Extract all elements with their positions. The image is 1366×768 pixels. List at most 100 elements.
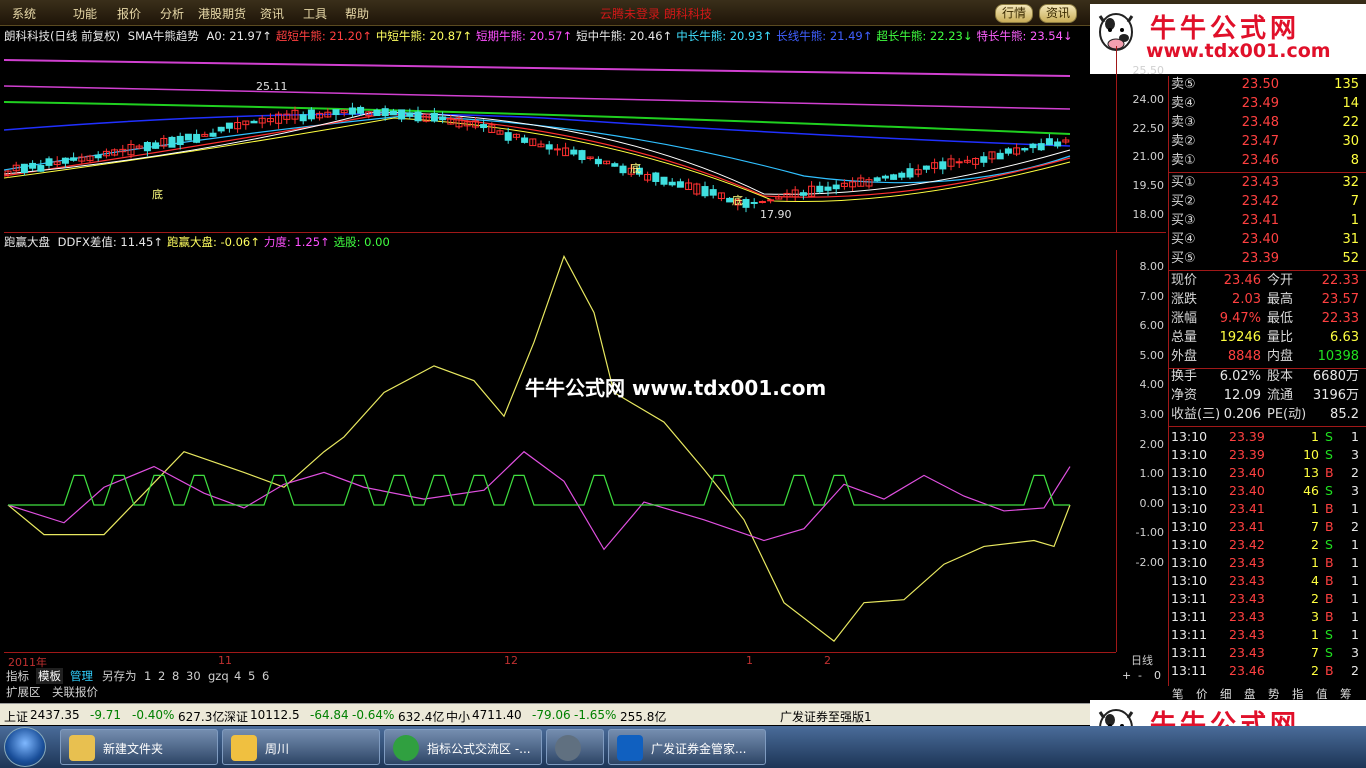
tick-volume: 7 xyxy=(1311,519,1319,534)
stat-value: 9.47% xyxy=(1219,311,1261,326)
quote-row: 总量 19246 量比 6.63 xyxy=(1171,329,1363,347)
stat-label: 外盘 xyxy=(1171,349,1198,364)
tick-side: B xyxy=(1325,519,1334,534)
task-new-folder[interactable]: 新建文件夹 xyxy=(60,729,218,765)
indicator-value: 选股: 0.00 xyxy=(333,235,390,249)
tab-gzq[interactable]: gzq xyxy=(206,668,231,684)
ddfx-diff-line xyxy=(7,254,1071,642)
tick-time: 13:10 xyxy=(1171,501,1208,516)
time-label: 1 xyxy=(746,654,753,667)
tab-related-quote[interactable]: 关联报价 xyxy=(50,684,100,700)
news-button[interactable]: 资讯 xyxy=(1039,4,1078,23)
task-gf-securities[interactable]: 广发证券金管家... xyxy=(608,729,766,765)
tick-price: 23.43 xyxy=(1229,591,1265,606)
tick-price: 23.46 xyxy=(1229,663,1265,678)
tab-1[interactable]: 1 xyxy=(142,668,153,684)
main-candlestick-chart[interactable]: 25.1117.90底底底 xyxy=(4,46,1116,232)
zoom-in-button[interactable]: + xyxy=(1122,669,1131,682)
menu-quote[interactable]: 报价 xyxy=(117,5,141,21)
start-button[interactable] xyxy=(4,727,46,767)
sub-value-axis: 8.00 7.00 6.00 5.00 4.00 3.00 2.00 1.00 0.00 -1.0… xyxy=(1116,250,1166,652)
tab-6[interactable]: 6 xyxy=(260,668,271,684)
menu-label: 报价 xyxy=(117,7,142,21)
tab-template[interactable]: 模板 xyxy=(36,668,63,684)
level-label: 卖① xyxy=(1171,153,1196,168)
tick-count: 1 xyxy=(1351,573,1359,588)
tab-8[interactable]: 8 xyxy=(170,668,181,684)
fund-value: 12.09 xyxy=(1223,388,1261,403)
tab-5[interactable]: 5 xyxy=(246,668,257,684)
menu-hk-futures[interactable]: 港股期货 xyxy=(198,5,246,21)
candle-body xyxy=(389,110,397,116)
axis-tick-label: 6.00 xyxy=(1139,319,1165,333)
task-label: 新建文件夹 xyxy=(103,742,164,756)
candle-body xyxy=(70,157,78,161)
menu-info[interactable]: 资讯 xyxy=(260,5,284,21)
candle-body xyxy=(168,136,176,148)
menu-analysis[interactable]: 分析 xyxy=(160,5,184,21)
bid-price: 23.41 xyxy=(1241,213,1279,228)
menu-system[interactable]: 系统 xyxy=(12,5,36,21)
menu-function[interactable]: 功能 xyxy=(73,5,97,21)
stat-value: 22.33 xyxy=(1321,311,1359,326)
stat-label: 量比 xyxy=(1267,330,1294,345)
media-reel-icon xyxy=(555,735,581,761)
index-label: 深证 xyxy=(224,710,249,724)
tab-manage[interactable]: 管理 xyxy=(68,668,95,684)
menu-tools[interactable]: 工具 xyxy=(303,5,327,21)
tick-count: 1 xyxy=(1351,429,1359,444)
candle-body xyxy=(307,109,315,120)
fund-label: 换手 xyxy=(1171,369,1198,384)
candle-body xyxy=(611,163,619,167)
menu-help[interactable]: 帮助 xyxy=(345,5,369,21)
tick-side: S xyxy=(1325,645,1333,660)
tab-extension[interactable]: 扩展区 xyxy=(4,684,43,700)
candle-body xyxy=(143,142,151,152)
stat-label: 最低 xyxy=(1267,311,1294,326)
zoom-reset-button[interactable]: 0 xyxy=(1154,669,1161,682)
tick-volume: 46 xyxy=(1303,483,1319,498)
tick-side: B xyxy=(1325,465,1334,480)
candle-body xyxy=(701,186,709,197)
candle-body xyxy=(152,142,160,149)
task-zhouchuan[interactable]: 周川 xyxy=(222,729,380,765)
panel-divider xyxy=(1169,426,1366,427)
tab-indicator[interactable]: 指标 xyxy=(4,668,31,684)
candle-body xyxy=(217,126,225,132)
tick-time: 13:10 xyxy=(1171,573,1208,588)
candle-body xyxy=(594,158,602,165)
tab-2[interactable]: 2 xyxy=(156,668,167,684)
tab-save-as[interactable]: 另存为 xyxy=(100,668,139,684)
tab-4[interactable]: 4 xyxy=(232,668,243,684)
quote-row: 涨跌 2.03 最高 23.57 xyxy=(1171,291,1363,309)
time-label: 2 xyxy=(824,654,831,667)
period-selector[interactable]: 日线 xyxy=(1118,652,1166,667)
fund-label: 收益(三) xyxy=(1171,407,1221,422)
tick-time: 13:10 xyxy=(1171,483,1208,498)
fund-value: 3196万 xyxy=(1312,388,1359,403)
candle-body xyxy=(521,137,529,143)
candle-body xyxy=(996,152,1004,160)
tick-side: B xyxy=(1325,663,1334,678)
candle-body xyxy=(439,116,447,121)
candle-body xyxy=(545,144,553,150)
axis-tick-label: 25.50 xyxy=(1132,64,1165,77)
task-media[interactable] xyxy=(546,729,604,765)
candle-body xyxy=(570,149,578,155)
task-browser[interactable]: 指标公式交流区 -... xyxy=(384,729,542,765)
tick-count: 1 xyxy=(1351,627,1359,642)
candle-body xyxy=(619,165,627,174)
zoom-out-button[interactable]: - xyxy=(1138,669,1142,682)
axis-tick-label: -1.00 xyxy=(1135,526,1164,540)
sub-indicator-chart[interactable] xyxy=(4,250,1116,652)
quote-button[interactable]: 行情 xyxy=(995,4,1034,23)
tick-price: 23.43 xyxy=(1229,609,1265,624)
tab-30[interactable]: 30 xyxy=(184,668,203,684)
tick-volume: 13 xyxy=(1303,465,1319,480)
trade-tick-row: 13:11 23.43 1 S 1 xyxy=(1171,626,1365,644)
tick-volume: 1 xyxy=(1311,627,1319,642)
index-value: 10112.5 xyxy=(250,708,300,722)
fund-label: 流通 xyxy=(1267,388,1294,403)
candle-body xyxy=(381,108,389,117)
candle-body xyxy=(348,107,356,115)
